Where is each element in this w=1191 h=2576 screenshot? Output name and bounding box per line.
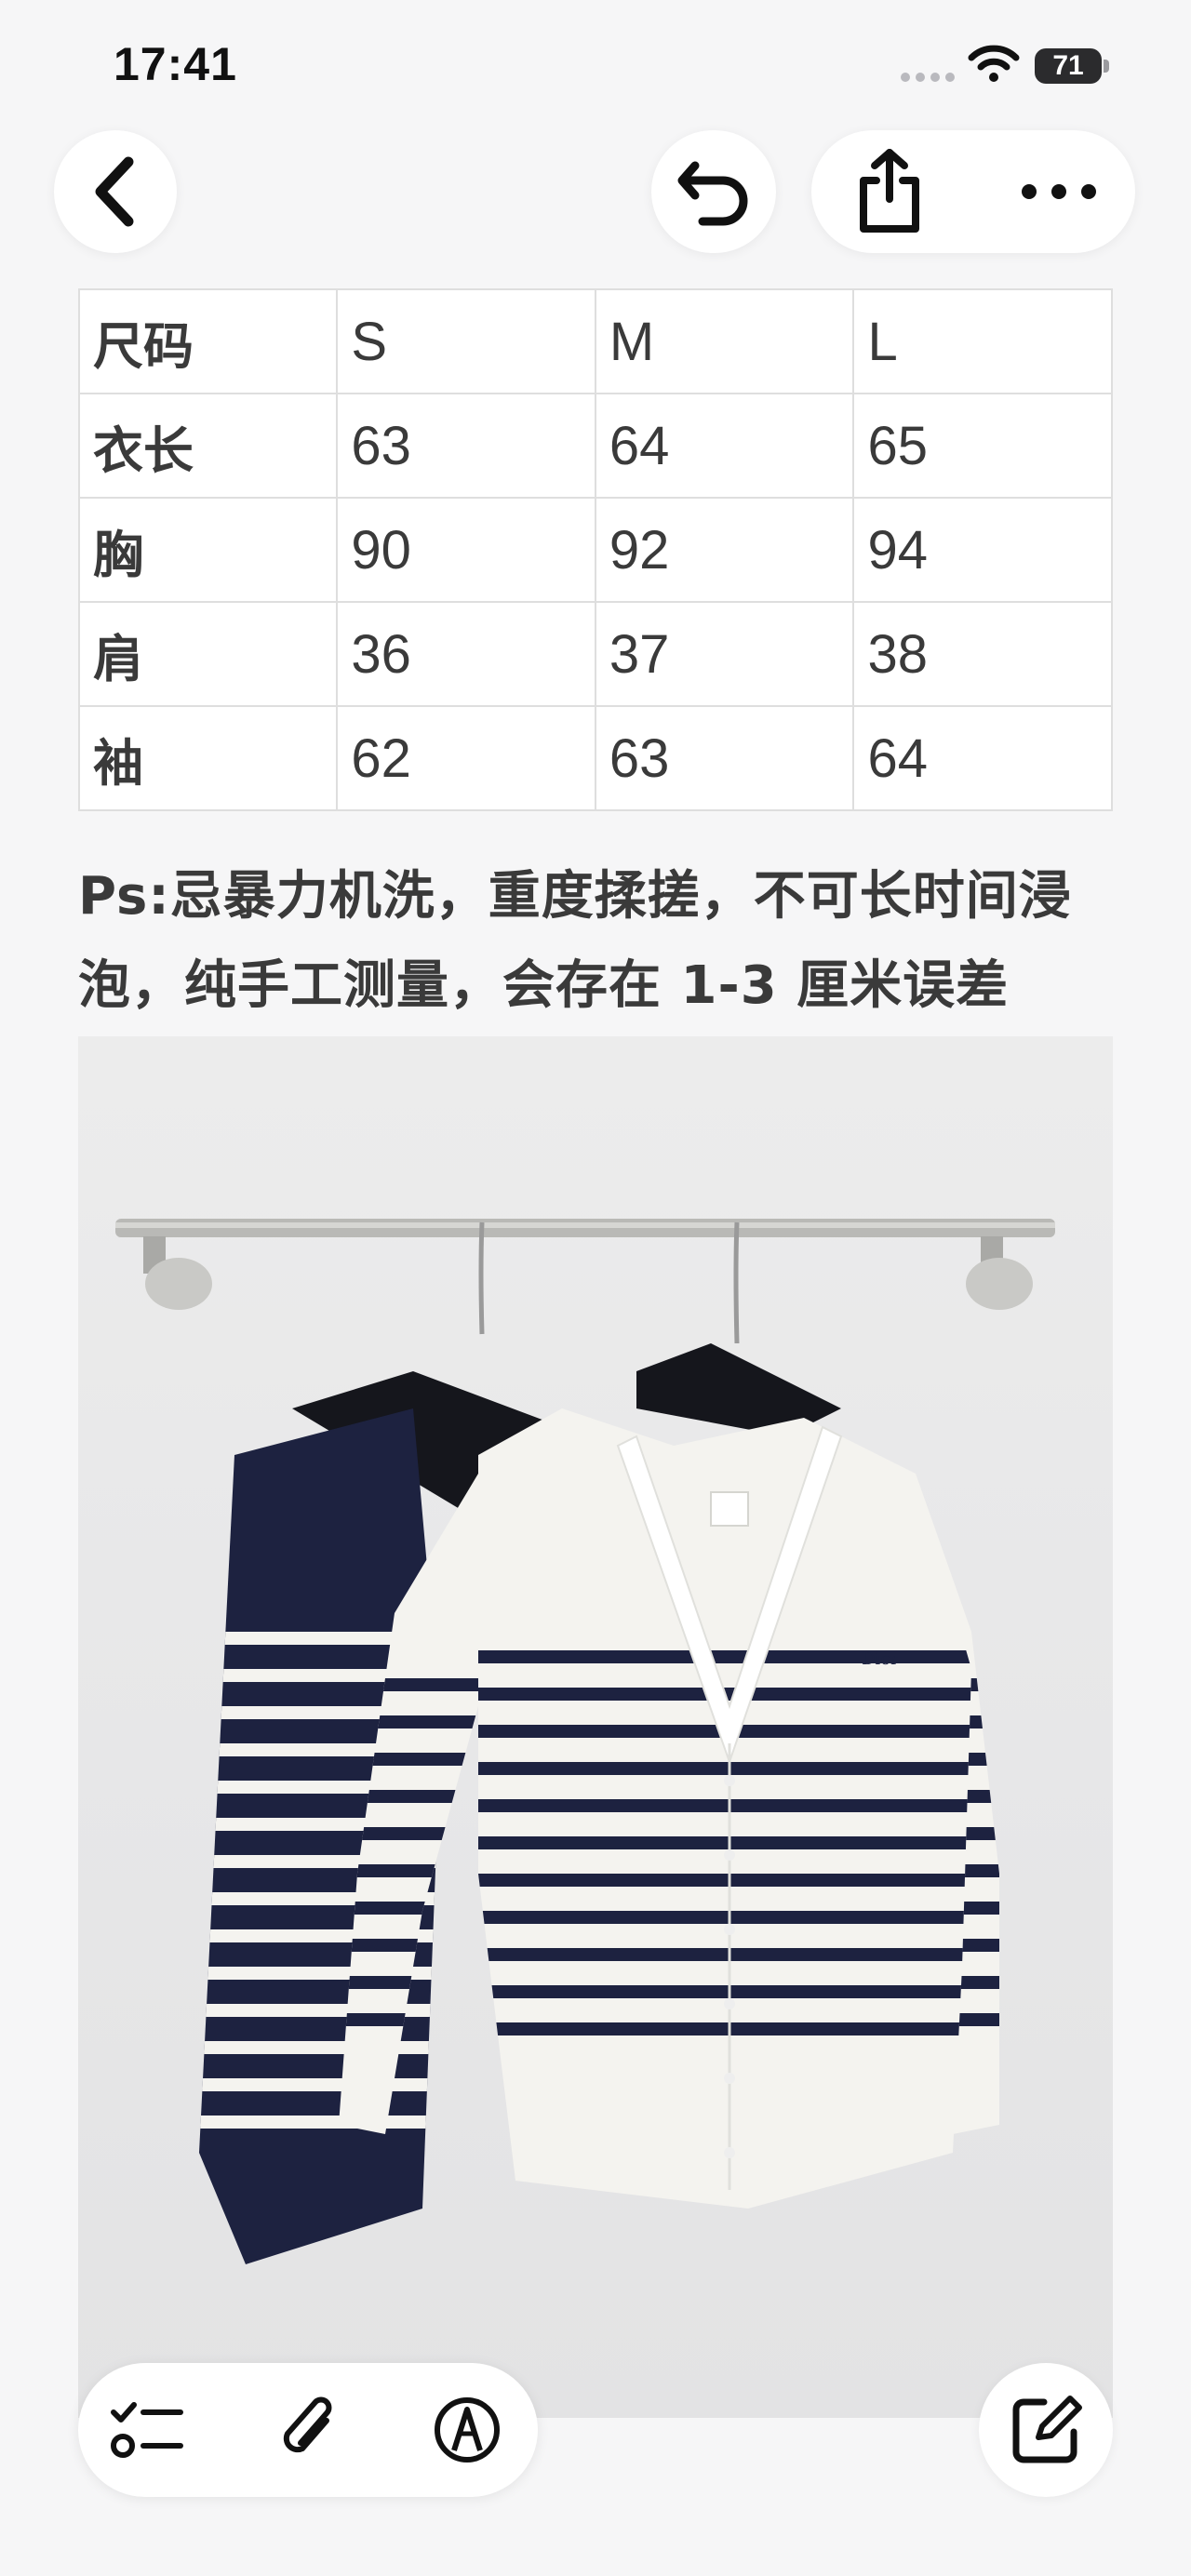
table-cell: 衣长 — [77, 393, 339, 499]
table-cell: L — [852, 288, 1113, 394]
undo-arrow-icon — [677, 161, 748, 226]
table-cell: 64 — [594, 393, 855, 499]
markup-button[interactable] — [422, 2385, 512, 2475]
table-cell: S — [336, 288, 596, 394]
care-note: Ps:忌暴力机洗，重度揉搓，不可长时间浸 泡，纯手工测量，会存在 1-3 厘米误… — [78, 852, 1139, 1031]
chevron-left-icon — [95, 156, 134, 227]
battery-indicator: 71 — [1035, 48, 1109, 84]
back-button[interactable] — [54, 130, 177, 253]
compose-button[interactable] — [979, 2363, 1113, 2497]
table-cell: 肩 — [77, 601, 339, 707]
cellular-signal-icon — [901, 73, 955, 82]
table-cell: 90 — [336, 497, 596, 603]
share-button[interactable] — [837, 140, 942, 244]
wifi-icon — [968, 45, 1020, 82]
table-cell: 36 — [336, 601, 596, 707]
product-photo-illustration: Dior — [115, 1219, 1055, 2264]
share-icon — [860, 149, 919, 233]
ellipsis-icon — [1022, 184, 1096, 199]
table-cell: 38 — [852, 601, 1113, 707]
table-row: 袖 62 63 64 — [77, 705, 1113, 811]
more-button[interactable] — [1007, 140, 1111, 244]
size-table: 尺码 S M L 衣长 63 64 65 胸 90 92 94 肩 36 37 … — [77, 288, 1113, 811]
checklist-button[interactable] — [102, 2385, 192, 2475]
status-time: 17:41 — [114, 38, 237, 90]
action-pill — [811, 130, 1135, 253]
table-cell: 65 — [852, 393, 1113, 499]
table-cell: 62 — [336, 705, 596, 811]
table-cell: 袖 — [77, 705, 339, 811]
bottom-toolbar — [78, 2363, 538, 2497]
undo-button[interactable] — [651, 130, 776, 253]
table-cell: 64 — [852, 705, 1113, 811]
table-cell: M — [594, 288, 855, 394]
checklist-icon — [111, 2402, 183, 2458]
table-cell: 37 — [594, 601, 855, 707]
product-photo: Dior — [78, 1036, 1113, 2418]
brand-label: Dior — [862, 1649, 899, 1669]
pen-markup-icon — [435, 2397, 500, 2463]
table-cell: 尺码 — [77, 288, 339, 394]
table-cell: 63 — [594, 705, 855, 811]
table-cell: 63 — [336, 393, 596, 499]
care-note-line: Ps:忌暴力机洗，重度揉搓，不可长时间浸 — [78, 866, 1072, 927]
table-row: 肩 36 37 38 — [77, 601, 1113, 707]
table-row: 胸 90 92 94 — [77, 497, 1113, 603]
table-cell: 胸 — [77, 497, 339, 603]
table-cell: 92 — [594, 497, 855, 603]
battery-level: 71 — [1035, 48, 1102, 84]
table-row: 衣长 63 64 65 — [77, 393, 1113, 499]
care-note-line: 泡，纯手工测量，会存在 1-3 厘米误差 — [78, 955, 1010, 1016]
table-cell: 94 — [852, 497, 1113, 603]
table-row: 尺码 S M L — [77, 288, 1113, 394]
compose-icon — [1012, 2396, 1082, 2463]
attach-button[interactable] — [264, 2385, 354, 2475]
paperclip-icon — [283, 2396, 332, 2453]
